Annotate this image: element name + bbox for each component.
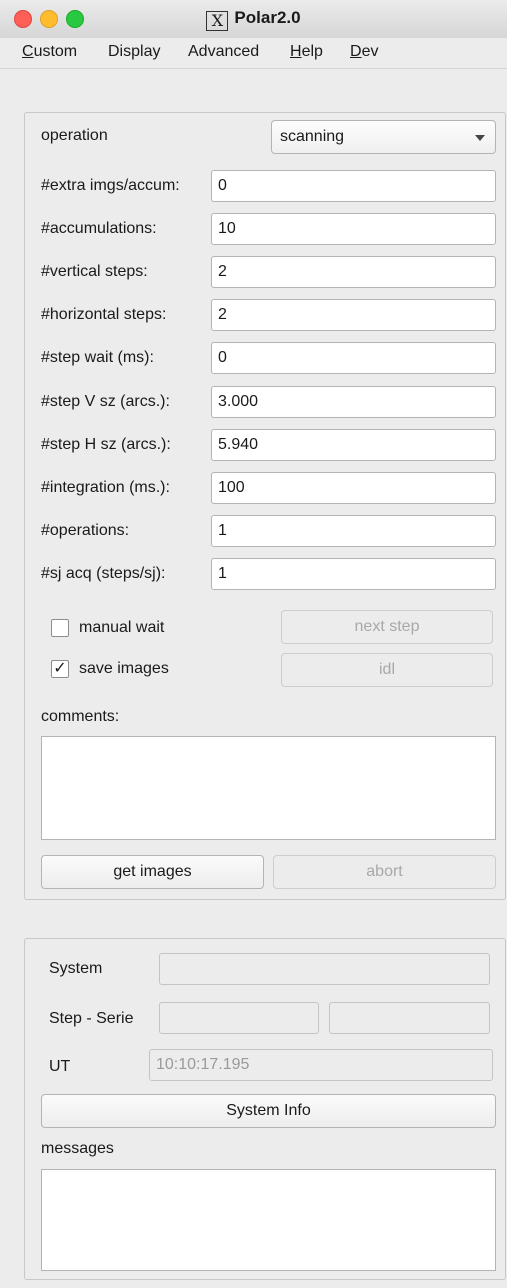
next-step-button[interactable]: next step — [281, 610, 493, 644]
serie-field — [329, 1002, 490, 1034]
acquisition-panel: operation scanning #extra imgs/accum: 0 #a… — [24, 112, 506, 900]
checkmark-icon: ✓ — [53, 660, 67, 677]
param-input[interactable]: 1 — [211, 515, 496, 547]
save-images-label: save images — [79, 660, 169, 677]
operation-label: operation — [41, 127, 108, 144]
param-input[interactable]: 2 — [211, 256, 496, 288]
manual-wait-label: manual wait — [79, 619, 165, 636]
menu-custom[interactable]: Custom — [22, 43, 77, 61]
menu-bar: Custom Display Advanced Help Dev — [0, 38, 507, 69]
step-serie-label: Step - Serie — [49, 1010, 134, 1027]
menu-dev[interactable]: Dev — [350, 43, 378, 61]
param-input[interactable]: 10 — [211, 213, 496, 245]
title-bar: X Polar2.0 — [0, 0, 507, 39]
manual-wait-checkbox[interactable] — [51, 619, 69, 637]
messages-label: messages — [41, 1140, 114, 1157]
ut-label: UT — [49, 1058, 71, 1075]
ut-field: 10:10:17.195 — [149, 1049, 493, 1081]
param-input[interactable]: 1 — [211, 558, 496, 590]
status-panel: System Step - Serie UT 10:10:17.195 Syst… — [24, 938, 506, 1280]
window-title: Polar2.0 — [234, 8, 301, 27]
param-label: #integration (ms.): — [41, 479, 170, 496]
param-label: #horizontal steps: — [41, 306, 167, 323]
param-label: #vertical steps: — [41, 263, 148, 280]
menu-advanced[interactable]: Advanced — [188, 43, 259, 61]
idl-button[interactable]: idl — [281, 653, 493, 687]
messages-textarea[interactable] — [41, 1169, 496, 1271]
window-title-area: X Polar2.0 — [0, 8, 507, 31]
param-input[interactable]: 5.940 — [211, 429, 496, 461]
param-label: #operations: — [41, 522, 130, 539]
save-images-checkbox[interactable]: ✓ — [51, 660, 69, 678]
param-input[interactable]: 3.000 — [211, 386, 496, 418]
param-label: #accumulations: — [41, 220, 157, 237]
chevron-down-icon — [475, 135, 485, 141]
get-images-button[interactable]: get images — [41, 855, 264, 889]
step-field — [159, 1002, 319, 1034]
param-label: #step H sz (arcs.): — [41, 436, 171, 453]
operation-select[interactable]: scanning — [271, 120, 496, 154]
param-label: #step V sz (arcs.): — [41, 393, 170, 410]
param-input[interactable]: 0 — [211, 170, 496, 202]
comments-label: comments: — [41, 708, 120, 725]
comments-textarea[interactable] — [41, 736, 496, 840]
menu-help[interactable]: Help — [290, 43, 323, 61]
system-label: System — [49, 960, 103, 977]
system-field — [159, 953, 490, 985]
system-info-button[interactable]: System Info — [41, 1094, 496, 1128]
param-input[interactable]: 100 — [211, 472, 496, 504]
param-input[interactable]: 0 — [211, 342, 496, 374]
operation-select-value: scanning — [280, 128, 345, 145]
param-label: #step wait (ms): — [41, 349, 154, 366]
param-label: #extra imgs/accum: — [41, 177, 180, 194]
menu-display[interactable]: Display — [108, 43, 160, 61]
abort-button[interactable]: abort — [273, 855, 496, 889]
x11-logo-icon: X — [206, 11, 229, 31]
param-input[interactable]: 2 — [211, 299, 496, 331]
param-label: #sj acq (steps/sj): — [41, 565, 166, 582]
